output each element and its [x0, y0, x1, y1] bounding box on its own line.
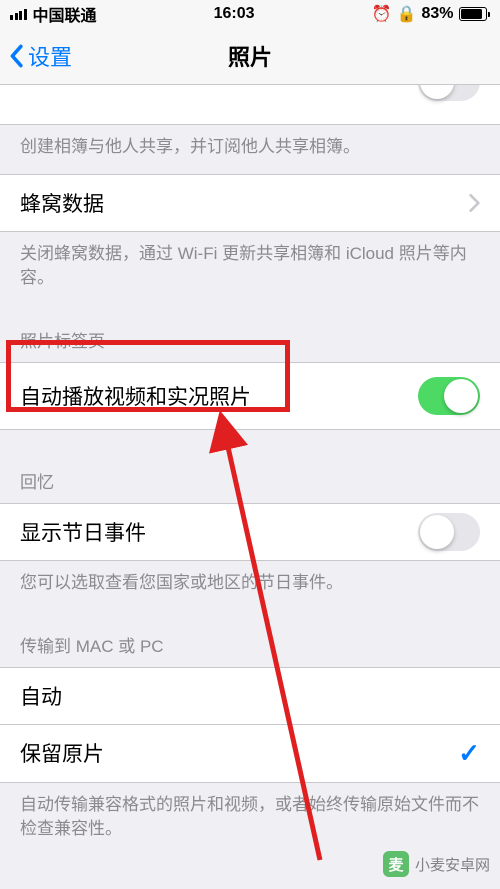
checkmark-icon: ✓ — [458, 738, 480, 769]
carrier-label: 中国联通 — [33, 2, 97, 26]
back-label: 设置 — [28, 40, 72, 72]
shared-albums-footer: 创建相簿与他人共享，并订阅他人共享相簿。 — [0, 125, 500, 174]
transfer-keep-label: 保留原片 — [20, 738, 458, 768]
cellular-data-footer: 关闭蜂窝数据，通过 Wi-Fi 更新共享相簿和 iCloud 照片等内容。 — [0, 232, 500, 305]
photos-tab-header: 照片标签页 — [0, 305, 500, 362]
transfer-footer: 自动传输兼容格式的照片和视频，或者始终传输原始文件而不检查兼容性。 — [0, 783, 500, 856]
page-title: 照片 — [0, 40, 500, 72]
status-bar: 中国联通 16:03 ⏰ 🔒 83% — [0, 0, 500, 28]
shared-albums-row-partial — [0, 85, 500, 125]
alarm-icon: ⏰ — [372, 4, 392, 24]
watermark-text: 小麦安卓网 — [415, 854, 490, 875]
clock: 16:03 — [97, 5, 372, 23]
holiday-events-row: 显示节日事件 — [0, 503, 500, 561]
watermark: 麦 小麦安卓网 — [383, 851, 490, 877]
chevron-left-icon — [8, 44, 24, 68]
nav-bar: 设置 照片 — [0, 28, 500, 85]
transfer-keep-row[interactable]: 保留原片 ✓ — [0, 725, 500, 783]
transfer-auto-row[interactable]: 自动 — [0, 667, 500, 725]
memories-header: 回忆 — [0, 430, 500, 503]
cellular-data-label: 蜂窝数据 — [20, 188, 469, 218]
holiday-events-footer: 您可以选取查看您国家或地区的节日事件。 — [0, 561, 500, 610]
cellular-data-row[interactable]: 蜂窝数据 — [0, 174, 500, 232]
orientation-lock-icon: 🔒 — [397, 4, 417, 24]
transfer-header: 传输到 MAC 或 PC — [0, 610, 500, 667]
back-button[interactable]: 设置 — [0, 40, 72, 72]
autoplay-label: 自动播放视频和实况照片 — [20, 381, 418, 411]
battery-icon — [459, 7, 491, 21]
holiday-events-toggle[interactable] — [418, 513, 480, 551]
holiday-events-label: 显示节日事件 — [20, 517, 418, 547]
shared-albums-toggle[interactable] — [418, 85, 480, 101]
signal-icon — [10, 9, 27, 20]
battery-percent: 83% — [421, 5, 453, 23]
autoplay-toggle[interactable] — [418, 377, 480, 415]
watermark-logo-icon: 麦 — [383, 851, 409, 877]
autoplay-row: 自动播放视频和实况照片 — [0, 362, 500, 430]
transfer-auto-label: 自动 — [20, 681, 480, 711]
chevron-right-icon — [469, 194, 480, 212]
